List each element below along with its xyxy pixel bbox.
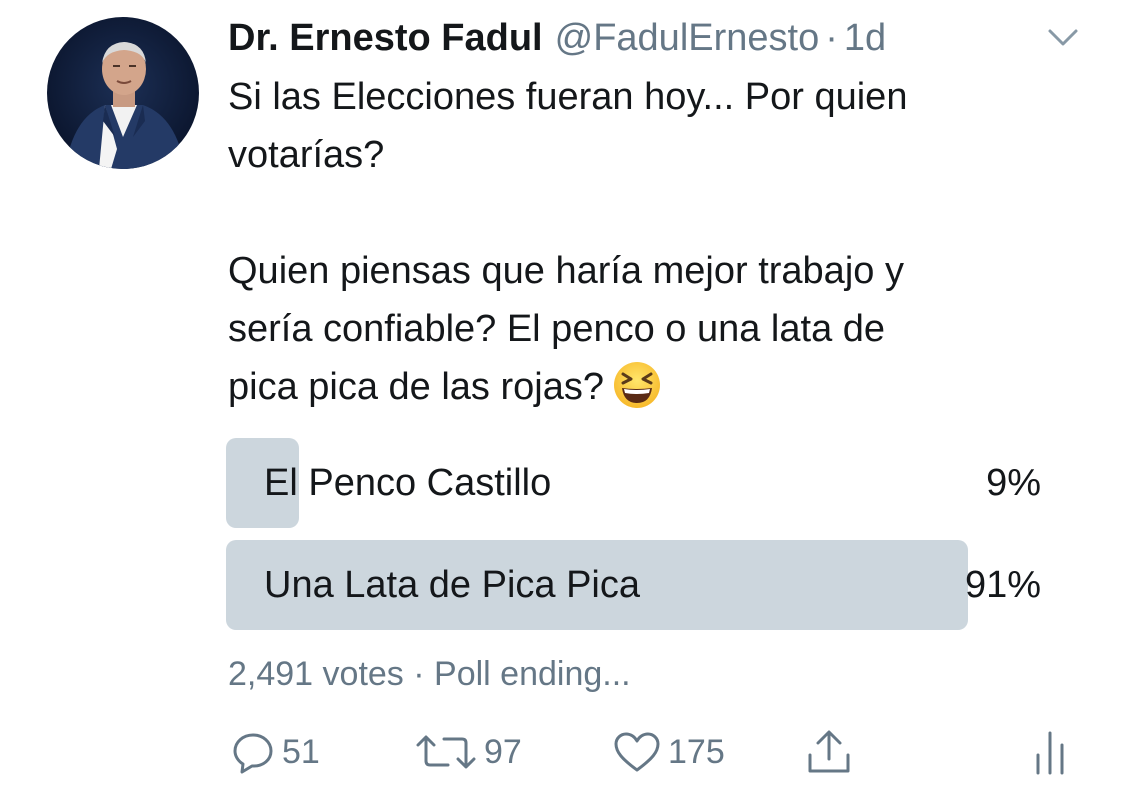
tweet[interactable]: Dr. Ernesto Fadul @FadulErnesto · 1d Si …	[0, 0, 1125, 791]
reply-icon	[230, 729, 276, 775]
analytics-icon	[1030, 727, 1070, 777]
poll-option-2: Una Lata de Pica Pica 91%	[226, 540, 1041, 630]
tweet-header: Dr. Ernesto Fadul @FadulErnesto · 1d	[228, 12, 1088, 64]
share-icon	[804, 727, 854, 777]
poll-option-percent: 9%	[986, 462, 1041, 504]
poll-status: Poll ending...	[434, 655, 631, 693]
avatar-photo	[65, 42, 185, 169]
tweet-text-line: Quien piensas que haría mejor trabajo y	[228, 250, 904, 292]
share-button[interactable]	[804, 722, 854, 782]
retweet-icon	[414, 729, 478, 775]
tweet-text-line: pica pica de las rojas?	[228, 366, 604, 408]
poll-option-label: Una Lata de Pica Pica	[264, 564, 641, 606]
poll-meta-separator: ·	[413, 655, 425, 693]
tweet-text-last-line: pica pica de las rojas?	[228, 358, 1088, 416]
author-name[interactable]: Dr. Ernesto Fadul	[228, 17, 543, 60]
like-count: 175	[668, 732, 725, 771]
author-handle[interactable]: @FadulErnesto	[555, 17, 820, 60]
poll-meta: 2,491 votes · Poll ending...	[228, 655, 631, 694]
poll-option-1: El Penco Castillo 9%	[226, 438, 1041, 528]
tweet-text-line: Si las Elecciones fueran hoy... Por quie…	[228, 76, 908, 118]
tweet-time[interactable]: 1d	[844, 17, 886, 60]
poll-option-percent: 91%	[964, 564, 1041, 606]
analytics-button[interactable]	[1030, 722, 1070, 782]
like-button[interactable]: 175	[612, 722, 725, 782]
poll-votes: 2,491 votes	[228, 655, 404, 693]
tweet-text-line: votarías?	[228, 134, 385, 176]
tweet-text-line: sería confiable? El penco o una lata de	[228, 308, 886, 350]
grinning-squinting-face-emoji-icon	[612, 360, 662, 410]
avatar[interactable]	[47, 17, 199, 169]
reply-button[interactable]: 51	[230, 722, 320, 782]
tweet-text: Si las Elecciones fueran hoy... Por quie…	[228, 68, 1088, 416]
poll-option-label: El Penco Castillo	[264, 462, 552, 504]
header-separator: ·	[825, 16, 838, 59]
reply-count: 51	[282, 732, 320, 771]
retweet-count: 97	[484, 732, 522, 771]
chevron-down-icon[interactable]	[1044, 24, 1082, 52]
retweet-button[interactable]: 97	[414, 722, 522, 782]
tweet-actions: 51 97 175	[226, 722, 1086, 782]
like-icon	[612, 729, 662, 775]
